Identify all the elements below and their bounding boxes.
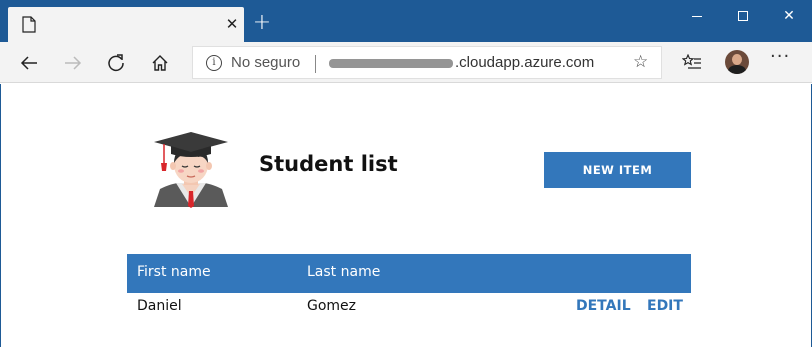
edit-link[interactable]: EDIT [647,298,683,314]
navigation-bar: i No seguro .cloudapp.azure.com ☆ ··· [0,42,812,83]
profile-avatar[interactable] [725,50,749,74]
table-header: First name Last name [127,254,691,293]
browser-tab[interactable]: ✕ [8,7,244,42]
favorites-list-icon [682,54,701,69]
favorites-button[interactable] [675,46,709,80]
cell-first-name: Daniel [137,298,182,314]
refresh-icon [108,54,124,72]
close-window-button[interactable]: ✕ [766,0,812,32]
close-tab-button[interactable]: ✕ [222,13,242,35]
maximize-icon [738,11,748,21]
cell-last-name: Gomez [307,298,357,314]
new-tab-button[interactable]: + [250,11,274,35]
page-icon [22,16,36,33]
new-item-button[interactable]: NEW ITEM [544,152,691,188]
address-bar[interactable]: i No seguro .cloudapp.azure.com ☆ [192,46,662,79]
back-arrow-icon [20,56,37,70]
settings-menu-button[interactable]: ··· [770,46,790,67]
column-header-first-name: First name [137,264,211,280]
maximize-button[interactable] [720,0,766,32]
refresh-button[interactable] [99,46,133,80]
minimize-button[interactable] [674,0,720,32]
minimize-icon [692,16,702,17]
favorite-star-icon[interactable]: ☆ [633,52,648,72]
student-graduate-icon [154,132,228,208]
title-bar: ✕ + ✕ [0,0,812,42]
home-icon [152,55,168,71]
back-button[interactable] [12,46,46,80]
column-header-last-name: Last name [307,264,381,280]
forward-arrow-icon [65,56,82,70]
detail-link[interactable]: DETAIL [576,298,631,314]
home-button[interactable] [143,46,177,80]
redacted-hostname [329,59,453,68]
url-text[interactable]: .cloudapp.azure.com [455,54,594,71]
info-icon[interactable]: i [206,55,222,71]
security-label[interactable]: No seguro [231,54,300,71]
table-row: Daniel Gomez DETAIL EDIT [127,293,691,321]
window-border-left [0,84,1,347]
forward-button[interactable] [56,46,90,80]
page-title: Student list [259,152,398,176]
address-separator [315,55,316,73]
